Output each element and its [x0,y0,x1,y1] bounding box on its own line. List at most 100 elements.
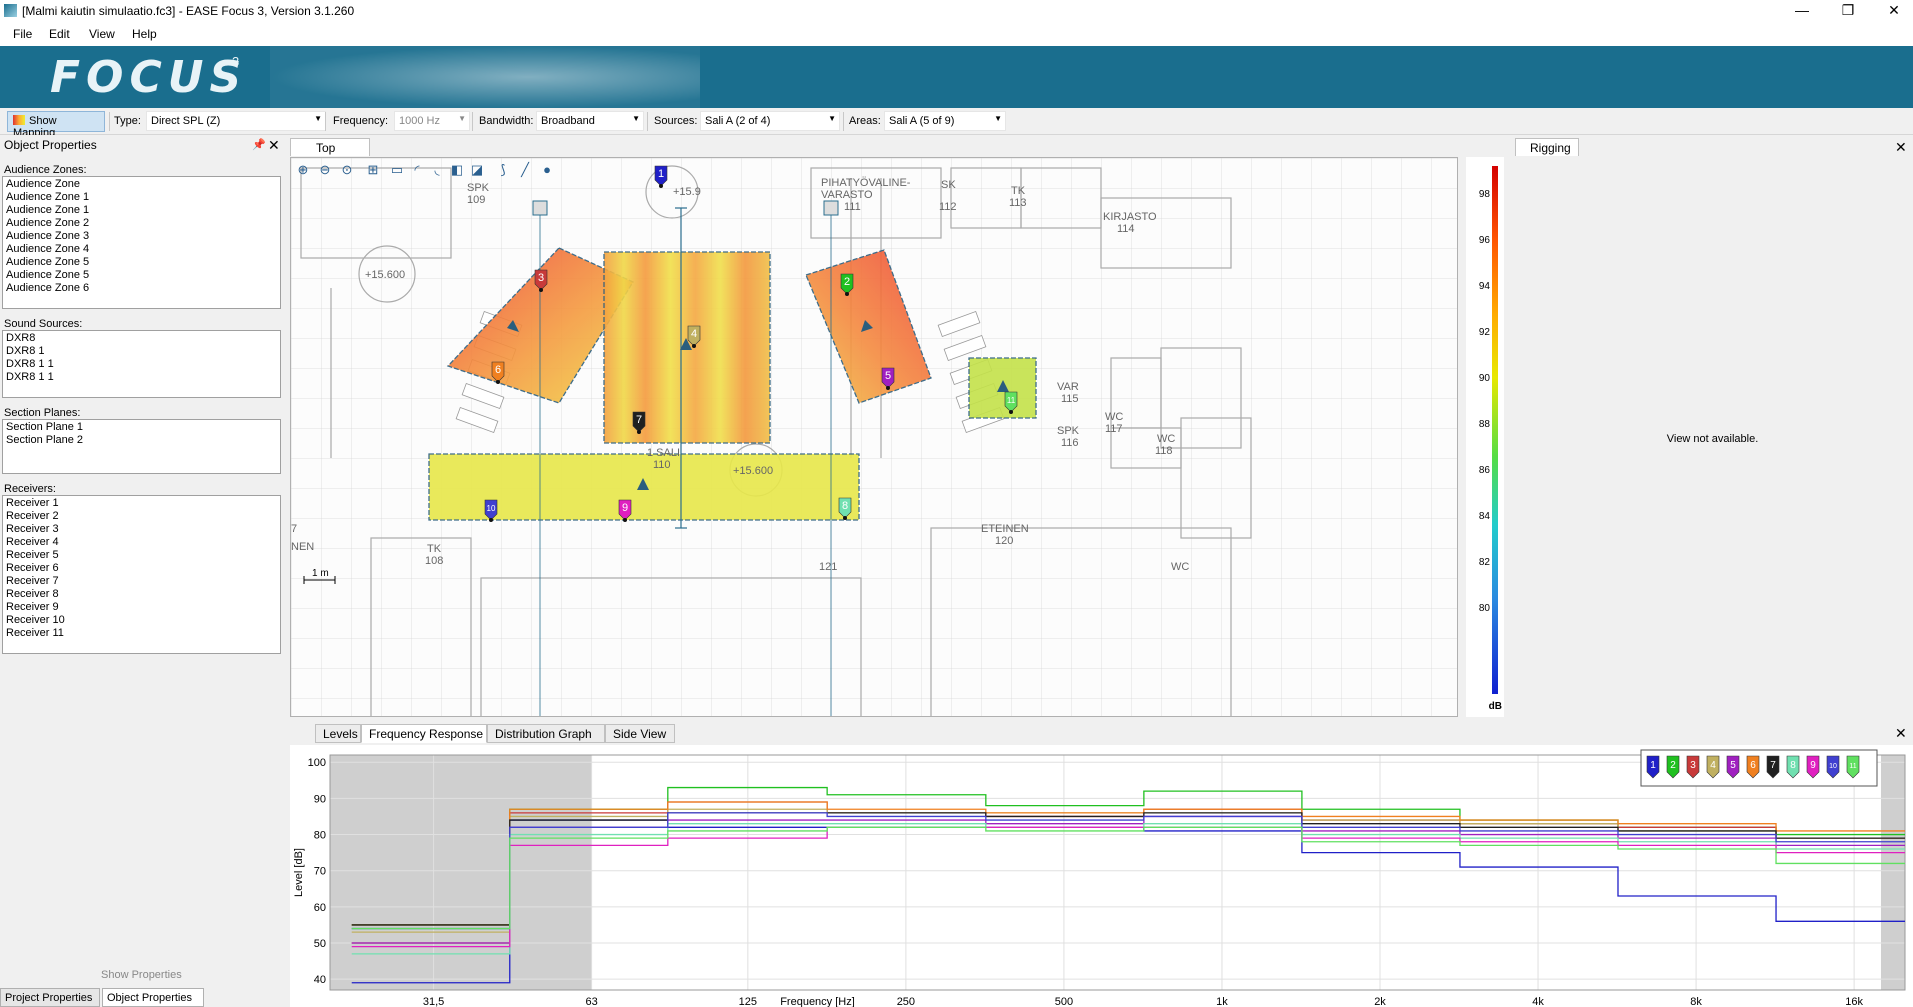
tab-top-view[interactable]: Top View [290,138,370,169]
menu-view[interactable]: View [89,27,115,41]
tab-frequency-response[interactable]: Frequency Response [361,724,487,743]
list-item[interactable]: Audience Zone 3 [6,230,277,243]
list-item[interactable]: Receiver 1 [6,497,277,510]
zoom-in-icon[interactable]: ⊕ [295,162,311,178]
close-panel-button[interactable]: ✕ [268,138,280,152]
room-num: 115 [1061,393,1079,405]
show-properties-button[interactable]: Show Properties [101,969,182,981]
pin-icon[interactable]: 📌 [252,138,266,152]
list-item[interactable]: DXR8 [6,332,277,345]
curve-area-icon[interactable]: ◟ [429,162,445,178]
menu-help[interactable]: Help [132,27,157,41]
menu-edit[interactable]: Edit [49,27,70,41]
zoom-fit-icon[interactable]: ⊙ [339,162,355,178]
section-handle-left[interactable] [532,200,548,216]
list-item[interactable]: Receiver 8 [6,588,277,601]
rigging-message: View not available. [1666,433,1759,445]
tab-distribution-graph[interactable]: Distribution Graph [487,724,605,743]
list-item[interactable]: Audience Zone 1 [6,191,277,204]
bandwidth-label: Bandwidth: [479,115,534,127]
list-item[interactable]: Audience Zone 4 [6,243,277,256]
list-item[interactable]: Section Plane 2 [6,434,277,447]
top-view-canvas[interactable]: SPK 109 PIHATYÖVALINE- VARASTO 111 SK 11… [290,157,1458,717]
list-item[interactable]: Receiver 5 [6,549,277,562]
list-item[interactable]: Receiver 3 [6,523,277,536]
restore-button[interactable]: ❐ [1825,0,1871,22]
color-scale-unit: dB [1488,701,1502,712]
list-item[interactable]: DXR8 1 [6,345,277,358]
floor-plan[interactable]: SPK 109 PIHATYÖVALINE- VARASTO 111 SK 11… [291,158,1458,717]
list-item[interactable]: DXR8 1 1 [6,358,277,371]
areas-value: Sali A (5 of 9) [889,115,955,127]
tab-side-view[interactable]: Side View [605,724,675,743]
room-name: SPK [467,182,490,194]
list-item[interactable]: Audience Zone 5 [6,269,277,282]
list-item[interactable]: Audience Zone 1 [6,204,277,217]
line-tool-icon[interactable]: ╱ [517,162,533,178]
menu-file[interactable]: File [13,27,32,41]
y-axis-label: Level [dB] [293,848,305,897]
tab-levels[interactable]: Levels [315,724,361,743]
list-item[interactable]: Audience Zone 5 [6,256,277,269]
audience-zones-label: Audience Zones: [4,164,87,176]
list-item[interactable]: Receiver 2 [6,510,277,523]
list-item[interactable]: Receiver 10 [6,614,277,627]
y-tick-label: 40 [314,974,326,986]
list-item[interactable]: Section Plane 1 [6,421,277,434]
x-tick-label: 63 [585,996,597,1007]
receiver-label: 6 [495,364,501,376]
quarter-circle-icon[interactable]: ◜ [409,162,425,178]
close-bottom-panel-button[interactable]: ✕ [1895,726,1907,740]
list-item[interactable]: Receiver 11 [6,627,277,640]
y-tick-label: 90 [314,793,326,805]
list-item[interactable]: Audience Zone 6 [6,282,277,295]
list-item[interactable]: Receiver 4 [6,536,277,549]
list-item[interactable]: Audience Zone 2 [6,217,277,230]
section-planes-list[interactable]: Section Plane 1 Section Plane 2 [2,419,281,474]
close-window-button[interactable]: ✕ [1871,0,1913,22]
polygon-area-icon[interactable]: ◧ [449,162,465,178]
x-tick-label: 1k [1216,996,1228,1007]
window-title: [Malmi kaiutin simulaatio.fc3] - EASE Fo… [22,4,355,18]
legend-label: 1 [1650,760,1656,771]
triangle-area-icon[interactable]: ◪ [469,162,485,178]
rect-area-icon[interactable]: ▭ [389,162,405,178]
chevron-down-icon: ▼ [632,114,640,123]
zoom-out-icon[interactable]: ⊖ [317,162,333,178]
sources-label: Sources: [654,115,698,127]
bandwidth-select[interactable]: Broadband ▼ [536,111,644,131]
frequency-response-chart[interactable]: 31,5 63 125 250 500 1k 2k 4k 8k 16k10090807060504… [290,745,1913,1007]
tab-project-properties[interactable]: Project Properties [0,988,100,1007]
receiver-label: 2 [844,276,850,288]
list-item[interactable]: Audience Zone [6,178,277,191]
type-value: Direct SPL (Z) [151,115,221,127]
list-item[interactable]: Receiver 6 [6,562,277,575]
frequency-select[interactable]: 1000 Hz ▼ [394,111,470,131]
type-select[interactable]: Direct SPL (Z) ▼ [146,111,326,131]
legend-label: 4 [1710,760,1716,771]
speaker-tool-icon[interactable]: ● [539,162,555,178]
object-properties-panel: Object Properties 📌 ✕ Audience Zones: Au… [0,135,285,1007]
measure-icon[interactable]: ⟆ [495,162,511,178]
color-scale: 98 96 94 92 90 88 86 84 82 80 dB [1466,157,1504,717]
list-item[interactable]: DXR8 1 1 [6,371,277,384]
list-item[interactable]: Receiver 9 [6,601,277,614]
sound-sources-list[interactable]: DXR8 DXR8 1 DXR8 1 1 DXR8 1 1 [2,330,281,398]
low-band-shade [330,755,592,990]
section-handle-right[interactable] [823,200,839,216]
areas-select[interactable]: Sali A (5 of 9) ▼ [884,111,1006,131]
mapping-toolbar: Show Mapping Type: Direct SPL (Z) ▼ Frequ… [0,108,1913,139]
zoom-window-icon[interactable]: ⊞ [365,162,381,178]
receiver-label: 9 [622,502,628,514]
list-item[interactable]: Receiver 7 [6,575,277,588]
audience-zones-list[interactable]: Audience Zone Audience Zone 1 Audience Zon… [2,176,281,309]
app-logo: FOCUS [50,52,248,103]
tab-rigging[interactable]: Rigging [1515,138,1579,156]
show-mapping-button[interactable]: Show Mapping [7,111,105,139]
minimize-button[interactable]: — [1779,0,1825,22]
receivers-list[interactable]: Receiver 1 Receiver 2 Receiver 3 Receiver 4… [2,495,281,654]
sources-select[interactable]: Sali A (2 of 4) ▼ [700,111,840,131]
frequency-response-graph[interactable]: 31,5 63 125 250 500 1k 2k 4k 8k 16k 100 90 80 70 60 50 4… [290,745,1913,1007]
tab-object-properties[interactable]: Object Properties [102,988,204,1007]
close-rigging-button[interactable]: ✕ [1895,140,1907,154]
